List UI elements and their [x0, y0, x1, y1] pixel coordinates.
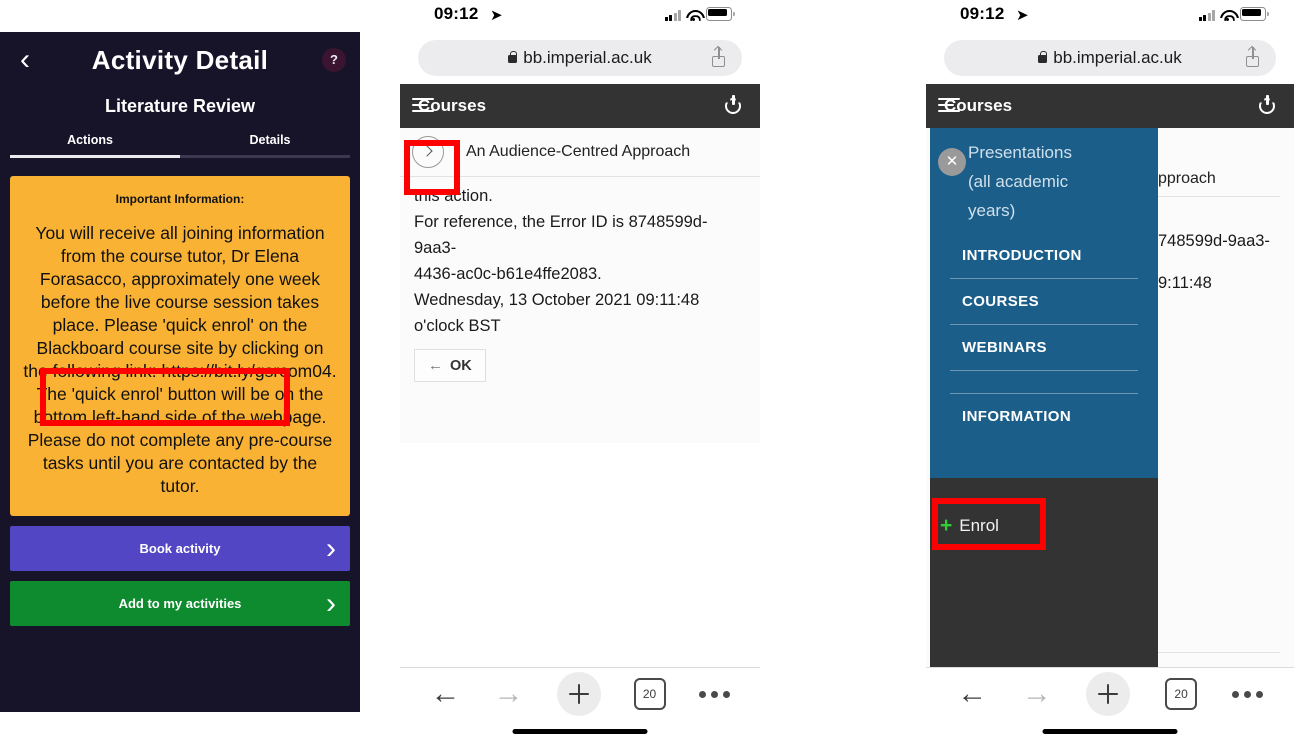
url-text: bb.imperial.ac.uk	[523, 48, 652, 67]
ok-button[interactable]: ← OK	[414, 349, 486, 382]
power-icon[interactable]	[1258, 95, 1278, 115]
back-chevron-icon[interactable]: ‹	[12, 42, 38, 78]
tab-indicator	[10, 155, 350, 158]
lock-icon	[1038, 50, 1048, 63]
browser-toolbar: ← → 20	[926, 667, 1294, 744]
battery-icon	[1240, 7, 1269, 21]
drawer-heading-line: Presentations	[968, 143, 1072, 162]
important-information-card: Important Information: You will receive …	[10, 176, 350, 516]
safari-menu-panel: 09:12 ➤ bb.imperial.ac.uk Courses pproac…	[926, 0, 1294, 744]
url-text: bb.imperial.ac.uk	[1053, 48, 1182, 67]
drawer-heading: Presentations (all academic years)	[930, 134, 1158, 225]
wifi-icon	[686, 10, 701, 22]
card-body-text: You will receive all joining information…	[23, 223, 337, 496]
plus-icon: +	[940, 514, 953, 537]
address-bar[interactable]: bb.imperial.ac.uk	[944, 40, 1276, 76]
error-line: o'clock BST	[414, 317, 501, 335]
menu-item-information[interactable]: INFORMATION	[946, 394, 1142, 439]
blackboard-header: Courses	[926, 84, 1294, 128]
menu-item-courses[interactable]: COURSES	[946, 279, 1142, 324]
app-header: ‹ Activity Detail ?	[0, 32, 360, 88]
menu-item-introduction[interactable]: INTRODUCTION	[946, 233, 1142, 278]
add-activity-label: Add to my activities	[118, 596, 242, 611]
enrol-button[interactable]: + Enrol	[940, 514, 999, 537]
navigation-drawer: Presentations (all academic years) INTRO…	[930, 128, 1158, 478]
error-line: For reference, the Error ID is 8748599d-…	[414, 213, 708, 257]
drawer-heading-line: years)	[968, 201, 1016, 220]
error-message-body: this action. For reference, the Error ID…	[400, 177, 760, 443]
chevron-right-icon: ›	[326, 532, 336, 565]
new-tab-button[interactable]	[556, 672, 601, 716]
home-indicator	[512, 729, 648, 734]
row-divider	[1158, 196, 1280, 197]
power-icon[interactable]	[724, 95, 744, 115]
page-title: Activity Detail	[91, 45, 269, 75]
tab-bar: Actions Details	[0, 133, 360, 147]
course-row[interactable]: An Audience-Centred Approach	[400, 128, 760, 177]
book-activity-label: Book activity	[139, 541, 221, 556]
safari-error-panel: 09:12 ➤ bb.imperial.ac.uk Courses An Aud…	[400, 0, 760, 744]
status-indicators	[664, 7, 735, 22]
enrol-label: Enrol	[959, 516, 999, 535]
cellular-bars-icon	[1198, 10, 1215, 21]
error-line: Wednesday, 13 October 2021 09:11:48	[414, 291, 700, 309]
menu-item-webinars[interactable]: WEBINARS	[946, 325, 1142, 370]
browser-forward-button[interactable]: →	[494, 679, 524, 709]
drawer-menu: INTRODUCTION COURSES WEBINARS INFORMATIO…	[930, 233, 1158, 439]
cellular-bars-icon	[664, 10, 681, 21]
location-arrow-icon: ➤	[490, 7, 503, 24]
home-indicator	[1042, 729, 1178, 734]
status-time: 09:12	[960, 4, 1005, 23]
tab-count-button[interactable]: 20	[633, 678, 666, 710]
content-bottom-divider	[1158, 652, 1280, 653]
close-icon[interactable]: ✕	[938, 148, 966, 176]
card-heading: Important Information:	[115, 192, 245, 206]
course-name: An Audience-Centred Approach	[466, 143, 691, 160]
help-icon[interactable]: ?	[322, 48, 346, 72]
status-indicators	[1198, 7, 1269, 22]
page-with-drawer: pproach 748599d-9aa3- 9:11:48 Presentati…	[926, 128, 1294, 688]
menu-divider	[950, 370, 1138, 371]
status-bar: 09:12 ➤	[926, 0, 1294, 34]
more-options-button[interactable]	[698, 690, 730, 698]
tab-indicator-active	[10, 155, 180, 158]
blackboard-title: Courses	[944, 96, 1013, 115]
drawer-heading-line: (all academic	[968, 172, 1069, 191]
activity-detail-app-panel: ‹ Activity Detail ? Literature Review Ac…	[0, 32, 360, 712]
address-bar[interactable]: bb.imperial.ac.uk	[418, 40, 742, 76]
browser-forward-button[interactable]: →	[1022, 679, 1052, 709]
browser-toolbar: ← → 20	[400, 667, 760, 744]
browser-back-button[interactable]: ←	[957, 679, 987, 709]
error-fragment: 9:11:48	[1158, 274, 1212, 292]
wifi-icon	[1220, 10, 1235, 22]
blackboard-header: Courses	[400, 84, 760, 128]
battery-icon	[706, 7, 735, 21]
tab-actions[interactable]: Actions	[0, 133, 180, 147]
chevron-right-circle-icon[interactable]	[412, 136, 444, 168]
blackboard-title: Courses	[418, 96, 487, 115]
error-fragment: 748599d-9aa3-	[1158, 232, 1270, 250]
tab-indicator-inactive	[180, 155, 350, 158]
status-bar: 09:12 ➤	[400, 0, 760, 34]
share-icon[interactable]	[1246, 47, 1260, 67]
new-tab-button[interactable]	[1086, 672, 1131, 716]
tab-details[interactable]: Details	[180, 133, 360, 147]
error-line: this action.	[414, 187, 493, 205]
more-options-button[interactable]	[1231, 690, 1263, 698]
status-time: 09:12	[434, 4, 479, 23]
lock-icon	[508, 50, 518, 63]
course-name-fragment: pproach	[1158, 170, 1216, 187]
back-arrow-icon: ←	[428, 357, 443, 374]
location-arrow-icon: ➤	[1016, 7, 1029, 24]
browser-back-button[interactable]: ←	[431, 679, 461, 709]
share-icon[interactable]	[712, 47, 726, 67]
chevron-right-icon: ›	[326, 587, 336, 620]
activity-subtitle: Literature Review	[104, 96, 256, 116]
error-line: 4436-ac0c-b61e4ffe2083.	[414, 265, 602, 283]
book-activity-button[interactable]: Book activity ›	[10, 526, 350, 571]
ok-label: OK	[450, 357, 472, 374]
add-to-my-activities-button[interactable]: Add to my activities ›	[10, 581, 350, 626]
drawer-footer	[930, 478, 1158, 688]
tab-count-button[interactable]: 20	[1165, 678, 1198, 710]
